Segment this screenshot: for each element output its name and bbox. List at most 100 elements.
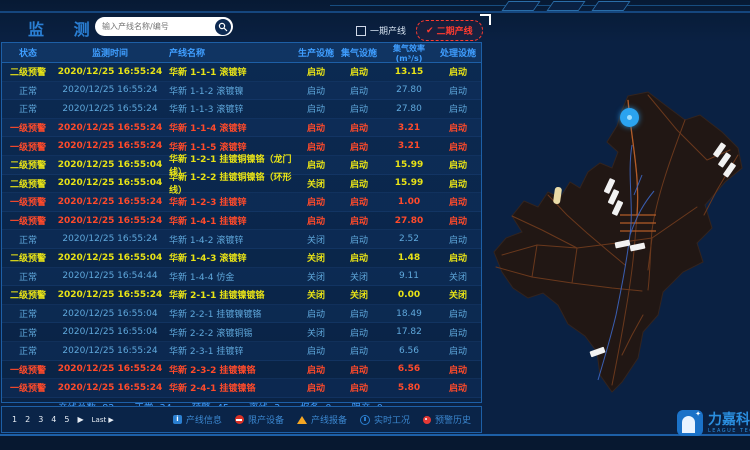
page-number[interactable]: 4 xyxy=(51,415,56,424)
cell-treatment: 启动 xyxy=(437,251,479,264)
column-header: 生产设施 xyxy=(295,46,337,59)
cell-production: 启动 xyxy=(295,381,337,394)
corner-bracket-icon xyxy=(480,14,491,25)
cell-treatment: 启动 xyxy=(437,233,479,246)
next-page-icon[interactable]: ▶ xyxy=(77,415,83,424)
cell-status: 正常 xyxy=(2,233,54,246)
cell-production: 关闭 xyxy=(295,233,337,246)
table-row[interactable]: 一级预警2020/12/25 16:55:24华新 1-4-1 挂镀锌启动启动2… xyxy=(2,212,481,231)
table-row[interactable]: 二级预警2020/12/25 16:55:04华新 1-2-2 挂镀铜镍铬（环形… xyxy=(2,175,481,194)
cell-production: 启动 xyxy=(295,65,337,78)
cell-efficiency: 27.80 xyxy=(381,85,437,95)
history-icon xyxy=(423,416,431,424)
cell-efficiency: 27.80 xyxy=(381,216,437,226)
map-alert-marker[interactable] xyxy=(620,108,639,127)
tab-phase2[interactable]: ✔ 二期产线 xyxy=(416,20,483,41)
column-header: 集气设施 xyxy=(337,46,381,59)
cell-gas: 启动 xyxy=(337,214,381,227)
cell-time: 2020/12/25 16:55:24 xyxy=(54,123,166,133)
search-button[interactable] xyxy=(215,19,231,35)
cell-efficiency: 0.00 xyxy=(381,290,437,300)
cell-status: 一级预警 xyxy=(2,214,54,227)
cell-efficiency: 13.15 xyxy=(381,67,437,77)
search-icon xyxy=(218,22,228,32)
cell-treatment: 启动 xyxy=(437,195,479,208)
cell-gas: 启动 xyxy=(337,344,381,357)
last-page-button[interactable]: Last ▶ xyxy=(92,416,114,424)
cell-status: 正常 xyxy=(2,84,54,97)
brand-subname: LEAGUE TECH xyxy=(708,429,750,434)
district-map xyxy=(482,55,750,400)
限产设备-button[interactable]: 限产设备 xyxy=(235,413,284,426)
page-number[interactable]: 2 xyxy=(25,415,30,424)
table-row[interactable]: 二级预警2020/12/25 16:55:24华新 2-1-1 挂镀镍镀铬关闭关… xyxy=(2,286,481,305)
cell-time: 2020/12/25 16:55:24 xyxy=(54,85,166,95)
column-header: 产线名称 xyxy=(166,46,295,59)
预警历史-button[interactable]: 预警历史 xyxy=(423,413,471,426)
report-icon xyxy=(297,416,307,424)
table-row[interactable]: 一级预警2020/12/25 16:55:24华新 1-1-4 滚镀锌启动启动3… xyxy=(2,119,481,138)
cell-efficiency: 15.99 xyxy=(381,160,437,170)
toolbar-button-label: 预警历史 xyxy=(435,413,471,426)
table-row[interactable]: 正常2020/12/25 16:55:24华新 1-1-2 滚镀镍启动启动27.… xyxy=(2,82,481,101)
cell-gas: 启动 xyxy=(337,233,381,246)
cell-efficiency: 2.52 xyxy=(381,234,437,244)
table-row[interactable]: 正常2020/12/25 16:55:24华新 2-3-1 挂镀锌启动启动6.5… xyxy=(2,342,481,361)
table-row[interactable]: 二级预警2020/12/25 16:55:04华新 1-4-3 滚镀锌关闭启动1… xyxy=(2,249,481,268)
table-row[interactable]: 正常2020/12/25 16:55:24华新 1-1-3 滚镀锌启动启动27.… xyxy=(2,100,481,119)
cell-efficiency: 3.21 xyxy=(381,141,437,151)
table-row[interactable]: 二级预警2020/12/25 16:55:24华新 1-1-1 滚镀锌启动启动1… xyxy=(2,63,481,82)
tab-phase1[interactable]: 一期产线 xyxy=(356,24,406,37)
page-number[interactable]: 1 xyxy=(12,415,17,424)
cell-production: 启动 xyxy=(295,344,337,357)
实时工况-button[interactable]: 实时工况 xyxy=(360,413,410,426)
cell-name: 华新 2-2-1 挂镀镍镀铬 xyxy=(166,307,295,320)
cell-name: 华新 1-2-3 挂镀锌 xyxy=(166,195,295,208)
cell-gas: 启动 xyxy=(337,363,381,376)
page-number[interactable]: 3 xyxy=(38,415,43,424)
cell-name: 华新 2-3-2 挂镀镍铬 xyxy=(166,363,295,376)
district-map-svg xyxy=(482,55,750,400)
cell-gas: 启动 xyxy=(337,102,381,115)
产线报备-button[interactable]: 产线报备 xyxy=(297,413,347,426)
restrict-icon xyxy=(235,415,244,424)
cell-production: 关闭 xyxy=(295,251,337,264)
cell-efficiency: 1.00 xyxy=(381,197,437,207)
search-input[interactable] xyxy=(95,22,215,31)
cell-production: 关闭 xyxy=(295,177,337,190)
产线信息-button[interactable]: i产线信息 xyxy=(173,413,222,426)
cell-treatment: 启动 xyxy=(437,102,479,115)
cell-gas: 启动 xyxy=(337,177,381,190)
column-header: 处理设施 xyxy=(437,46,479,59)
cell-production: 启动 xyxy=(295,214,337,227)
table-row[interactable]: 正常2020/12/25 16:55:24华新 1-4-2 滚镀锌关闭启动2.5… xyxy=(2,230,481,249)
cell-production: 启动 xyxy=(295,102,337,115)
table-row[interactable]: 正常2020/12/25 16:55:04华新 2-2-2 滚镀铜锡关闭启动17… xyxy=(2,323,481,342)
cell-name: 华新 1-2-2 挂镀铜镍铬（环形线） xyxy=(166,170,295,196)
toolbar-button-label: 限产设备 xyxy=(248,413,284,426)
cell-efficiency: 15.99 xyxy=(381,178,437,188)
realtime-icon xyxy=(360,415,370,425)
cell-time: 2020/12/25 16:55:24 xyxy=(54,216,166,226)
cell-status: 一级预警 xyxy=(2,381,54,394)
cell-name: 华新 1-4-4 仿金 xyxy=(166,270,295,283)
table-row[interactable]: 正常2020/12/25 16:55:04华新 2-2-1 挂镀镍镀铬启动启动1… xyxy=(2,305,481,324)
table-row[interactable]: 一级预警2020/12/25 16:55:24华新 1-2-3 挂镀锌启动启动1… xyxy=(2,193,481,212)
cell-time: 2020/12/25 16:55:04 xyxy=(54,178,166,188)
table-row[interactable]: 一级预警2020/12/25 16:55:24华新 2-4-1 挂镀镍铬启动启动… xyxy=(2,379,481,398)
cell-efficiency: 17.82 xyxy=(381,327,437,337)
cell-status: 正常 xyxy=(2,307,54,320)
table-row[interactable]: 正常2020/12/25 16:54:44华新 1-4-4 仿金关闭关闭9.11… xyxy=(2,268,481,287)
cell-treatment: 启动 xyxy=(437,158,479,171)
cell-time: 2020/12/25 16:55:24 xyxy=(54,197,166,207)
cell-status: 二级预警 xyxy=(2,288,54,301)
tab-phase2-label: 二期产线 xyxy=(437,24,473,37)
cell-treatment: 启动 xyxy=(437,307,479,320)
cell-efficiency: 3.21 xyxy=(381,123,437,133)
cell-gas: 关闭 xyxy=(337,288,381,301)
page-number[interactable]: 5 xyxy=(64,415,69,424)
cell-status: 二级预警 xyxy=(2,65,54,78)
monitor-dashboard: 监 测 一期产线 ✔ 二期产线 状态监测时间产线名称生产设施集气设施集气效率(m… xyxy=(0,0,750,450)
table-row[interactable]: 一级预警2020/12/25 16:55:24华新 2-3-2 挂镀镍铬启动启动… xyxy=(2,361,481,380)
cell-production: 启动 xyxy=(295,121,337,134)
